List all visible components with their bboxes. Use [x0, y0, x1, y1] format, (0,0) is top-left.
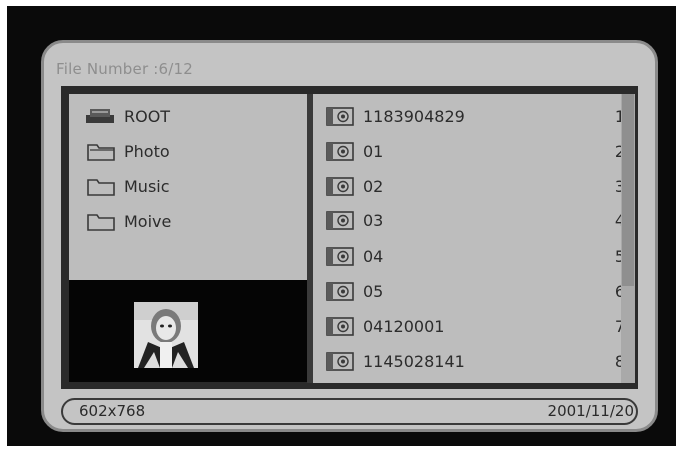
list-item[interactable]: 02 3 [325, 174, 625, 198]
folder-icon [87, 179, 115, 196]
file-name: 01 [363, 141, 384, 161]
list-item[interactable]: 1145028141 8 [325, 349, 625, 373]
file-name: 05 [363, 281, 384, 301]
file-name: 04 [363, 246, 384, 266]
folder-label: Moive [124, 211, 172, 231]
folder-open-icon [87, 144, 115, 161]
list-item[interactable]: 01 2 [325, 139, 625, 163]
file-name: 1145028141 [363, 351, 465, 371]
list-item[interactable]: 04120001 7 [325, 314, 625, 338]
photo-file-icon [326, 211, 354, 230]
folder-label: ROOT [124, 106, 171, 126]
folder-label: Music [124, 176, 170, 196]
scroll-thumb[interactable] [622, 94, 634, 286]
file-name: 02 [363, 176, 384, 196]
photo-file-icon [326, 352, 354, 371]
list-item[interactable]: 05 6 [325, 279, 625, 303]
folder-item-root[interactable]: ROOT [84, 104, 170, 128]
folder-item-music[interactable]: Music [86, 174, 170, 198]
date-text: 2001/11/20 [547, 402, 634, 420]
photo-file-icon [326, 142, 354, 161]
photo-file-icon [326, 247, 354, 266]
file-list-pane [313, 94, 635, 383]
list-item[interactable]: 03 4 [325, 208, 625, 232]
folder-icon [87, 214, 115, 231]
drive-icon [86, 109, 114, 123]
photo-file-icon [326, 317, 354, 336]
folder-item-moive[interactable]: Moive [86, 209, 171, 233]
list-item[interactable]: 1183904829 1 [325, 104, 625, 128]
file-number-label: File Number :6/12 [56, 60, 194, 78]
file-name: 03 [363, 210, 384, 230]
folder-label: Photo [124, 141, 170, 161]
photo-thumbnail [134, 302, 198, 368]
list-item[interactable]: 04 5 [325, 244, 625, 268]
resolution-text: 602x768 [79, 402, 146, 420]
photo-file-icon [326, 177, 354, 196]
photo-file-icon [326, 107, 354, 126]
photo-file-icon [326, 282, 354, 301]
folder-item-photo[interactable]: Photo [86, 139, 170, 163]
file-name: 1183904829 [363, 106, 465, 126]
file-name: 04120001 [363, 316, 445, 336]
